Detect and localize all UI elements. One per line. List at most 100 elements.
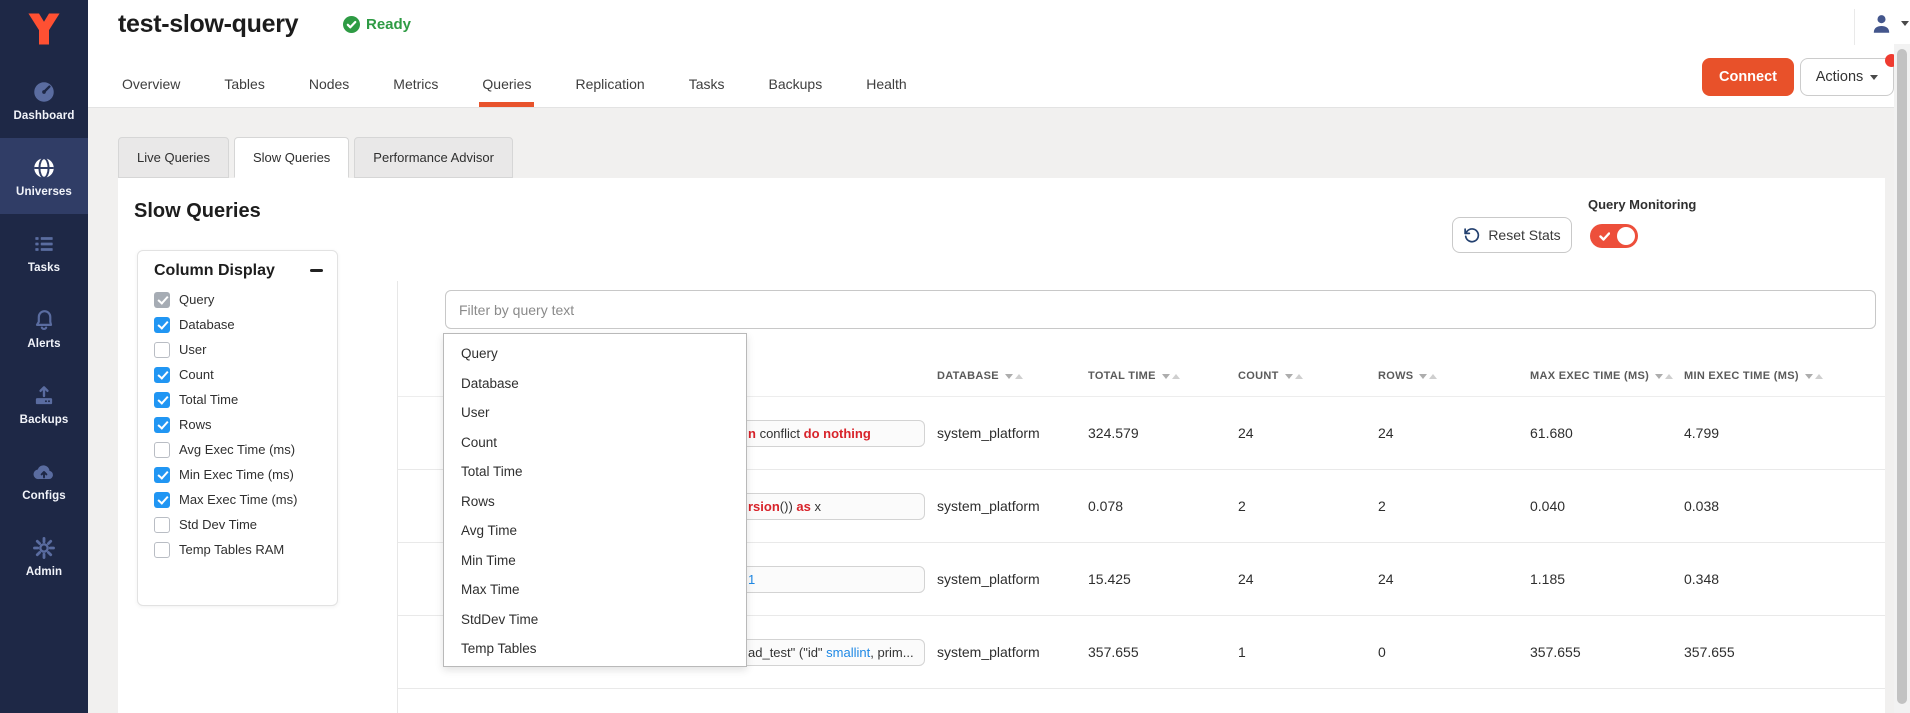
checkbox[interactable] xyxy=(154,367,170,383)
user-menu-button[interactable] xyxy=(1870,12,1909,35)
column-header-database[interactable]: DATABASE xyxy=(937,355,1023,397)
sidebar-item-backups[interactable]: Backups xyxy=(0,366,88,442)
checkbox-row-rows[interactable]: Rows xyxy=(154,412,331,437)
column-header-max-exec-time[interactable]: MAX EXEC TIME (MS) xyxy=(1530,355,1673,397)
query-monitoring-label: Query Monitoring xyxy=(1588,197,1696,212)
reset-stats-label: Reset Stats xyxy=(1488,227,1560,243)
column-header-count[interactable]: COUNT xyxy=(1238,355,1303,397)
sort-icon xyxy=(1655,374,1673,379)
checkbox-row-count[interactable]: Count xyxy=(154,362,331,387)
checkbox[interactable] xyxy=(154,517,170,533)
tab-health[interactable]: Health xyxy=(866,61,906,107)
sidebar-item-label: Backups xyxy=(20,414,69,426)
tab-queries[interactable]: Queries xyxy=(482,61,531,107)
reset-stats-button[interactable]: Reset Stats xyxy=(1452,217,1572,253)
dropdown-item-stddev-time[interactable]: StdDev Time xyxy=(444,605,746,635)
checkbox-label: Count xyxy=(179,367,214,382)
sidebar-item-admin[interactable]: Admin xyxy=(0,518,88,594)
min-exec-time-cell: 0.348 xyxy=(1684,543,1719,616)
checkbox-row-std-dev-time[interactable]: Std Dev Time xyxy=(154,512,331,537)
sidebar-item-dashboard[interactable]: Dashboard xyxy=(0,62,88,138)
dropdown-item-rows[interactable]: Rows xyxy=(444,487,746,517)
checkbox-row-database[interactable]: Database xyxy=(154,312,331,337)
checkbox[interactable] xyxy=(154,542,170,558)
dropdown-item-temp-tables[interactable]: Temp Tables xyxy=(444,634,746,664)
database-cell: system_platform xyxy=(937,616,1040,689)
tab-backups[interactable]: Backups xyxy=(769,61,823,107)
check-icon xyxy=(1599,231,1610,242)
checkbox-row-max-exec-time[interactable]: Max Exec Time (ms) xyxy=(154,487,331,512)
scrollbar-thumb[interactable] xyxy=(1897,49,1907,704)
connect-button[interactable]: Connect xyxy=(1702,58,1794,96)
column-header-rows[interactable]: ROWS xyxy=(1378,355,1437,397)
rows-cell: 24 xyxy=(1378,397,1394,470)
query-snippet: rsion()) as x xyxy=(748,494,821,519)
subtab-live-queries[interactable]: Live Queries xyxy=(118,137,229,178)
column-header-total-time[interactable]: TOTAL TIME xyxy=(1088,355,1180,397)
checkbox[interactable] xyxy=(154,492,170,508)
checkbox-label: Total Time xyxy=(179,392,238,407)
total-time-cell: 0.078 xyxy=(1088,470,1123,543)
dropdown-item-total-time[interactable]: Total Time xyxy=(444,457,746,487)
checkbox[interactable] xyxy=(154,392,170,408)
upload-icon xyxy=(31,383,57,409)
dropdown-item-avg-time[interactable]: Avg Time xyxy=(444,516,746,546)
checkbox-label: Std Dev Time xyxy=(179,517,257,532)
query-snippet: ad_test" ("id" smallint, prim... xyxy=(748,640,914,665)
sidebar-item-alerts[interactable]: Alerts xyxy=(0,290,88,366)
checkbox-row-min-exec-time[interactable]: Min Exec Time (ms) xyxy=(154,462,331,487)
min-exec-time-cell: 4.799 xyxy=(1684,397,1719,470)
tab-tables[interactable]: Tables xyxy=(224,61,264,107)
column-header-min-exec-time[interactable]: MIN EXEC TIME (MS) xyxy=(1684,355,1823,397)
column-filter-dropdown: Query Database User Count Total Time Row… xyxy=(443,333,747,667)
checkbox[interactable] xyxy=(154,417,170,433)
dropdown-item-min-time[interactable]: Min Time xyxy=(444,546,746,576)
checkbox-row-user[interactable]: User xyxy=(154,337,331,362)
checkbox[interactable] xyxy=(154,442,170,458)
dropdown-item-count[interactable]: Count xyxy=(444,428,746,458)
checkbox[interactable] xyxy=(154,342,170,358)
checkbox-label: Max Exec Time (ms) xyxy=(179,492,297,507)
total-time-cell: 15.425 xyxy=(1088,543,1131,616)
sidebar-item-label: Admin xyxy=(26,566,62,578)
tab-tasks[interactable]: Tasks xyxy=(689,61,725,107)
dropdown-item-database[interactable]: Database xyxy=(444,369,746,399)
tab-nodes[interactable]: Nodes xyxy=(309,61,349,107)
count-cell: 24 xyxy=(1238,543,1254,616)
tab-overview[interactable]: Overview xyxy=(122,61,180,107)
bell-icon xyxy=(31,307,57,333)
checkbox-row-query[interactable]: Query xyxy=(154,287,331,312)
query-filter-input[interactable] xyxy=(445,290,1876,329)
dropdown-item-user[interactable]: User xyxy=(444,398,746,428)
sidebar-item-universes[interactable]: Universes xyxy=(0,138,88,214)
gear-icon xyxy=(31,535,57,561)
tab-replication[interactable]: Replication xyxy=(575,61,644,107)
collapse-icon[interactable] xyxy=(310,269,323,272)
sidebar-item-label: Dashboard xyxy=(14,110,75,122)
sidebar: Dashboard Universes Tasks Alerts xyxy=(0,0,88,713)
checkbox-row-temp-tables-ram[interactable]: Temp Tables RAM xyxy=(154,537,331,562)
checkbox-row-total-time[interactable]: Total Time xyxy=(154,387,331,412)
checkbox[interactable] xyxy=(154,317,170,333)
yugabyte-logo-icon[interactable] xyxy=(24,9,64,49)
slow-queries-panel: Slow Queries Reset Stats Query Monitorin… xyxy=(118,178,1885,713)
checkbox[interactable] xyxy=(154,292,170,308)
query-snippet: n conflict do nothing xyxy=(748,421,871,446)
sidebar-item-tasks[interactable]: Tasks xyxy=(0,214,88,290)
dropdown-item-query[interactable]: Query xyxy=(444,339,746,369)
column-display-list: Query Database User Count Total Time Row… xyxy=(154,287,331,562)
check-circle-icon xyxy=(343,16,360,33)
checkbox-row-avg-exec-time[interactable]: Avg Exec Time (ms) xyxy=(154,437,331,462)
sidebar-item-configs[interactable]: Configs xyxy=(0,442,88,518)
max-exec-time-cell: 357.655 xyxy=(1530,616,1581,689)
dropdown-item-max-time[interactable]: Max Time xyxy=(444,575,746,605)
query-monitoring-toggle[interactable] xyxy=(1590,224,1638,248)
gauge-icon xyxy=(31,79,57,105)
checkbox[interactable] xyxy=(154,467,170,483)
subtab-performance-advisor[interactable]: Performance Advisor xyxy=(354,137,513,178)
tab-metrics[interactable]: Metrics xyxy=(393,61,438,107)
subtab-slow-queries[interactable]: Slow Queries xyxy=(234,137,349,178)
actions-button[interactable]: Actions xyxy=(1800,58,1894,96)
database-cell: system_platform xyxy=(937,543,1040,616)
universe-title: test-slow-query xyxy=(118,10,298,39)
